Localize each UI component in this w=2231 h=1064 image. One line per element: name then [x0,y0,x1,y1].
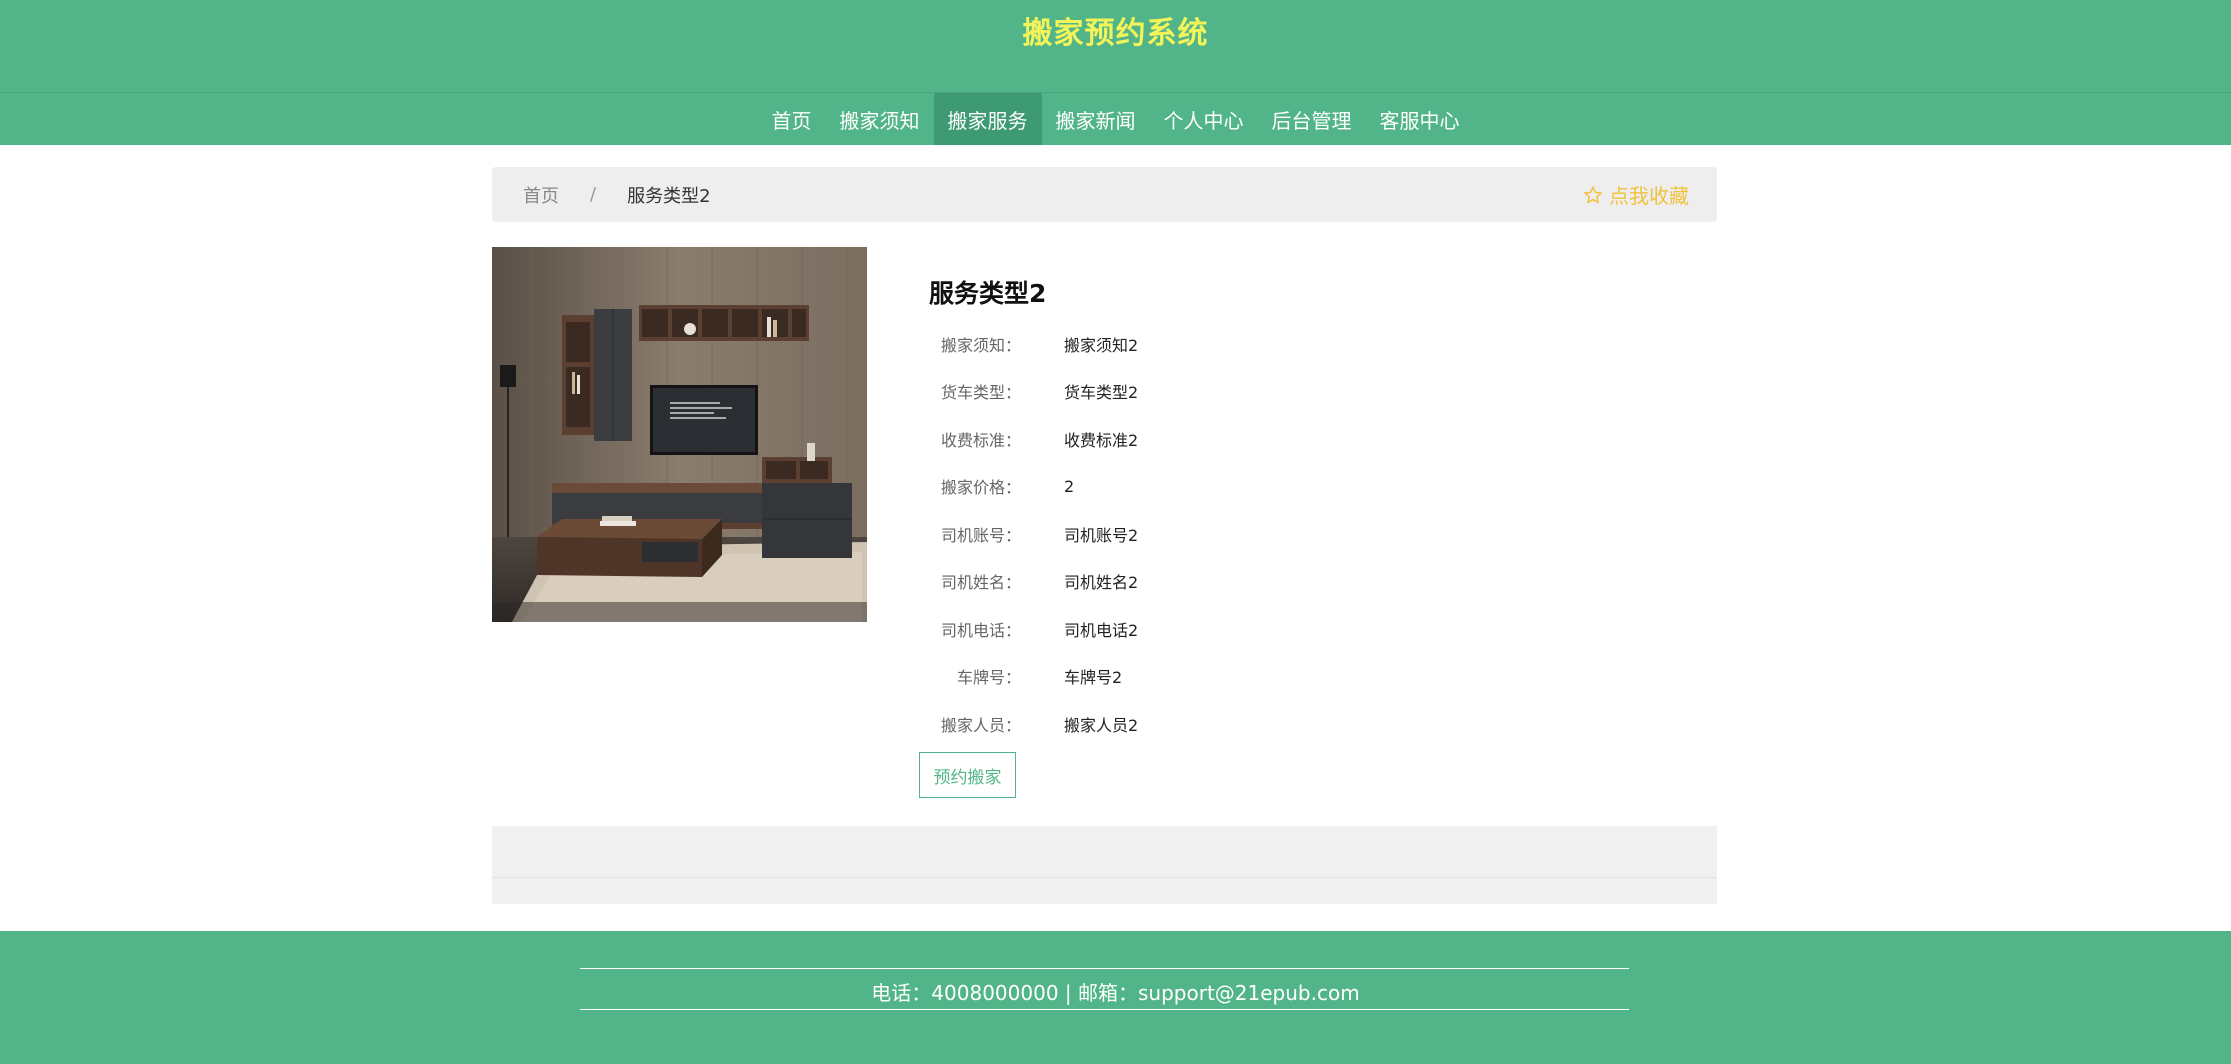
main-nav: 首页 搬家须知 搬家服务 搬家新闻 个人中心 后台管理 客服中心 [0,92,2231,145]
field-moving-notice: 搬家须知： 搬家须知2 [900,329,1500,359]
nav-item-user-center[interactable]: 个人中心 [1150,93,1258,145]
field-label: 司机姓名： [940,573,1021,592]
field-driver-phone: 司机电话： 司机电话2 [900,614,1500,644]
field-driver-account: 司机账号： 司机账号2 [900,519,1500,549]
breadcrumb-home-link[interactable]: 首页 [523,182,559,208]
service-title: 服务类型2 [929,279,1047,308]
footer-divider-top [580,968,1629,969]
field-value: 搬家须知2 [1064,336,1139,355]
content-panel [492,826,1717,904]
nav-item-moving-notice[interactable]: 搬家须知 [826,93,934,145]
field-value: 搬家人员2 [1064,716,1139,735]
panel-divider [492,877,1717,878]
field-label: 司机账号： [940,526,1021,545]
breadcrumb: 首页 / 服务类型2 点我收藏 [492,167,1717,222]
field-label: 搬家须知： [940,336,1021,355]
star-icon [1584,185,1602,203]
field-value: 司机电话2 [1064,621,1139,640]
field-value: 2 [1064,476,1075,496]
field-movers: 搬家人员： 搬家人员2 [900,709,1500,739]
field-plate-number: 车牌号： 车牌号2 [900,661,1500,691]
field-value: 收费标准2 [1064,431,1139,450]
field-label: 搬家人员： [940,716,1021,735]
field-label: 货车类型： [940,383,1021,402]
field-label: 收费标准： [940,431,1021,450]
field-label: 司机电话： [940,621,1021,640]
nav-item-moving-service[interactable]: 搬家服务 [933,93,1042,145]
field-value: 车牌号2 [1064,668,1123,687]
header: 搬家预约系统 [0,0,2231,92]
breadcrumb-current: 服务类型2 [627,185,711,207]
nav-item-home[interactable]: 首页 [758,93,826,145]
book-moving-button[interactable]: 预约搬家 [919,752,1016,798]
favorite-label: 点我收藏 [1609,184,1689,208]
favorite-button[interactable]: 点我收藏 [1583,167,1689,222]
field-moving-price: 搬家价格： 2 [900,471,1500,501]
field-label: 搬家价格： [940,478,1021,497]
nav-item-customer-service[interactable]: 客服中心 [1366,93,1474,145]
nav-item-admin[interactable]: 后台管理 [1258,93,1366,145]
footer-divider-bottom [580,1009,1629,1010]
field-fee-standard: 收费标准： 收费标准2 [900,424,1500,454]
field-value: 货车类型2 [1064,383,1139,402]
field-truck-type: 货车类型： 货车类型2 [900,376,1500,406]
breadcrumb-separator: / [590,184,597,205]
field-label: 车牌号： [956,668,1021,687]
footer-contact: 电话：4008000000 | 邮箱：support@21epub.com [871,981,1360,1005]
service-image [492,247,867,622]
nav-item-moving-news[interactable]: 搬家新闻 [1042,93,1150,145]
field-driver-name: 司机姓名： 司机姓名2 [900,566,1500,596]
field-value: 司机姓名2 [1064,573,1139,592]
field-value: 司机账号2 [1064,526,1139,545]
site-title: 搬家预约系统 [1022,16,1209,51]
